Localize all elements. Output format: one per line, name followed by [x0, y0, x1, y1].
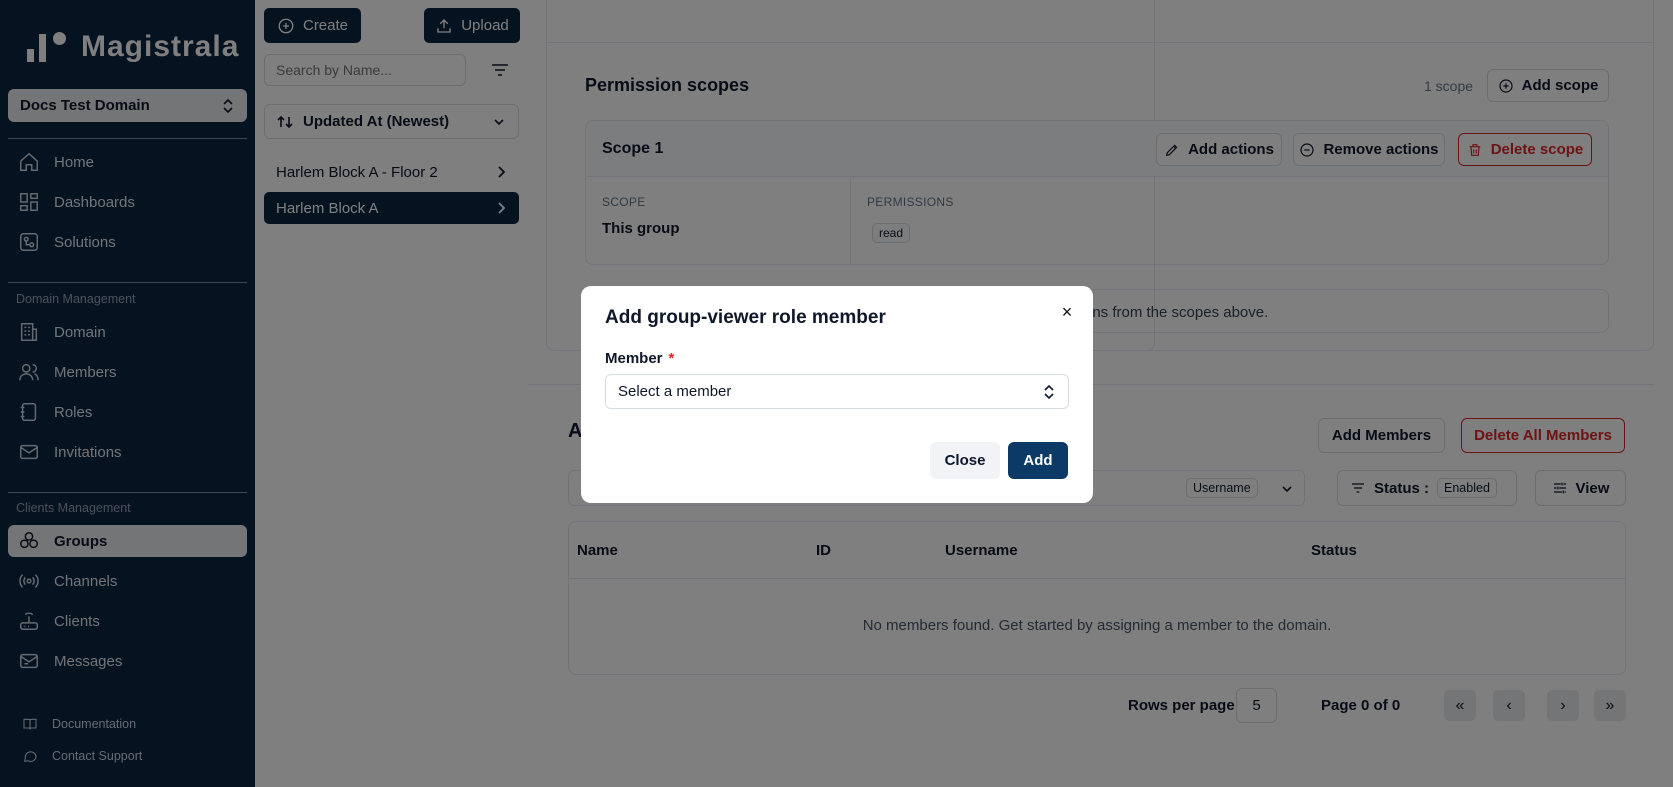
close-icon[interactable]: ×: [1057, 302, 1077, 322]
close-button[interactable]: Close: [930, 442, 1000, 479]
member-select[interactable]: Select a member: [605, 374, 1069, 409]
member-field-label: Member *: [605, 350, 674, 367]
member-select-placeholder: Select a member: [618, 383, 732, 400]
add-member-dialog: Add group-viewer role member × Member * S…: [581, 286, 1093, 503]
chevron-updown-icon: [1044, 384, 1054, 399]
member-label: Member: [605, 350, 663, 367]
required-marker: *: [668, 350, 675, 367]
dialog-title: Add group-viewer role member: [605, 307, 886, 328]
add-button[interactable]: Add: [1008, 442, 1068, 479]
